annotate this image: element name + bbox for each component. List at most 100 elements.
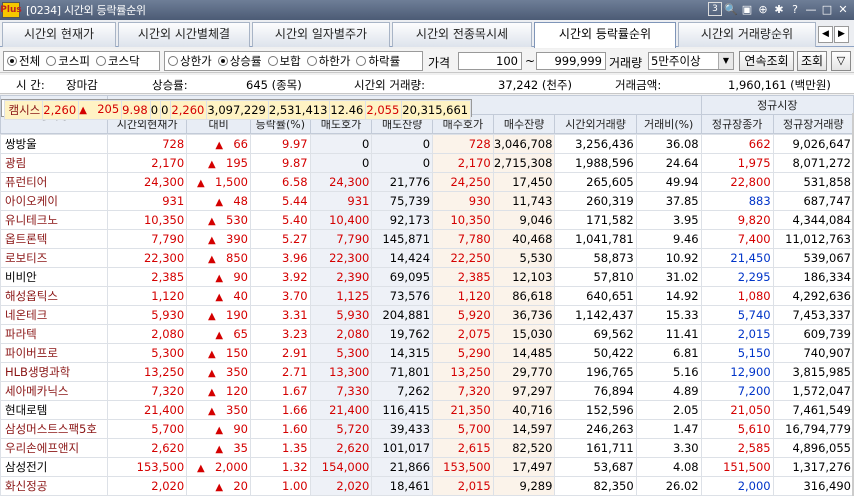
- radio-dot-icon[interactable]: [217, 56, 228, 66]
- price-to-input[interactable]: 999,999: [536, 52, 606, 70]
- radio-dot-icon[interactable]: [356, 56, 367, 66]
- radio-kosdaq[interactable]: 코스닥: [95, 53, 140, 69]
- cell-regular-close: 1,975: [700, 153, 774, 173]
- up-arrow-icon: ▲: [215, 444, 224, 455]
- radio-upper-limit[interactable]: 상한가: [168, 53, 212, 69]
- zoom-icon[interactable]: 🔍: [724, 2, 738, 17]
- table-row[interactable]: 유니테크노 10,350 ▲ 530 5.40 10,400 92,173 10,350 9,0…: [0, 210, 854, 230]
- close-icon[interactable]: ✕: [836, 2, 850, 17]
- help-icon[interactable]: ?: [788, 2, 802, 17]
- funnel-icon[interactable]: ▽: [831, 51, 851, 71]
- table-row[interactable]: 로보티즈 22,300 ▲ 850 3.96 22,300 14,424 22,250 5,53…: [0, 248, 854, 268]
- cell-after-volume: 265,605: [554, 172, 637, 192]
- cell-bid-price: 1,120: [432, 286, 494, 306]
- tab-daily-prices[interactable]: 시간외 일자별주가: [252, 22, 390, 47]
- radio-all[interactable]: 전체: [7, 53, 40, 69]
- radio-dot-icon[interactable]: [7, 56, 17, 66]
- col-regular-close[interactable]: 정규장종가: [700, 114, 774, 134]
- volume-select[interactable]: 5만주이상 ▼: [648, 52, 734, 70]
- cell-bid-qty: 12,103: [492, 267, 556, 287]
- table-row[interactable]: 쌍방울 728 ▲ 66 9.97 0 0 728 3,046,708 3,256,436 36.0…: [0, 134, 854, 154]
- cell-diff: ▲ 1,500: [186, 172, 251, 192]
- time-value: 장마감: [66, 78, 98, 92]
- table-row[interactable]: 아이오케이 931 ▲ 48 5.44 931 75,739 930 11,743 260,319…: [0, 191, 854, 211]
- cell-rate: 9.98: [121, 99, 151, 120]
- cell-diff: ▲ 90: [186, 267, 251, 287]
- col-after-volume[interactable]: 시간외거래량: [554, 114, 637, 134]
- cell-diff: ▲ 205: [78, 99, 123, 120]
- cell-ask-price: 2,080: [309, 324, 373, 344]
- tab-current-price[interactable]: 시간외 현재가: [2, 22, 116, 47]
- radio-unchanged[interactable]: 보합: [267, 53, 301, 69]
- chevron-down-icon[interactable]: ▼: [718, 53, 733, 69]
- cell-bid-price: 2,015: [432, 476, 494, 496]
- cell-regular-volume: 687,747: [772, 191, 854, 211]
- cell-ask-qty: 145,871: [371, 229, 434, 249]
- zoom-plus-icon[interactable]: ⊕: [756, 2, 770, 17]
- radio-rise-rate[interactable]: 상승률: [217, 53, 262, 69]
- cell-rate: 3.92: [249, 267, 311, 287]
- radio-dot-icon[interactable]: [95, 56, 106, 66]
- radio-dot-icon[interactable]: [168, 56, 178, 66]
- table-row[interactable]: 캠시스 2,260 ▲ 205 9.98 0 0 2,260 3,097,229 2,531,41…: [0, 98, 473, 120]
- radio-dot-icon[interactable]: [306, 56, 317, 66]
- continuous-query-button[interactable]: 연속조회: [739, 51, 794, 71]
- up-arrow-icon: ▲: [215, 197, 224, 208]
- tab-next-arrow[interactable]: ▶: [834, 26, 849, 43]
- table-row[interactable]: 네온테크 5,930 ▲ 190 3.31 5,930 204,881 5,920 36,736…: [0, 305, 854, 325]
- col-volume-ratio[interactable]: 거래비(%): [635, 114, 702, 134]
- layout-icon[interactable]: ▣: [740, 2, 754, 17]
- up-arrow-icon: ▲: [215, 482, 224, 493]
- cell-bid-price: 5,700: [432, 419, 494, 439]
- radio-dot-icon[interactable]: [46, 56, 57, 66]
- settings-icon[interactable]: ✱: [772, 2, 786, 17]
- radio-lower-limit[interactable]: 하한가: [306, 53, 350, 69]
- table-row[interactable]: 해성옵틱스 1,120 ▲ 40 3.70 1,125 73,576 1,120 86,618 6…: [0, 286, 854, 306]
- table-row[interactable]: HLB생명과학 13,250 ▲ 350 2.71 13,300 71,801 13,250 2…: [0, 362, 854, 382]
- cell-ask-qty: 69,095: [371, 267, 434, 287]
- cell-bid-qty: 40,468: [492, 229, 556, 249]
- cell-ask-qty: 116,415: [371, 400, 434, 420]
- radio-dot-icon[interactable]: [267, 56, 278, 66]
- cell-rate: 9.97: [249, 134, 311, 154]
- table-row[interactable]: 퓨런티어 24,300 ▲ 1,500 6.58 24,300 21,776 24,250 17…: [0, 172, 854, 192]
- cell-rate: 1.67: [249, 381, 311, 401]
- table-row[interactable]: 화신정공 2,020 ▲ 20 1.00 2,020 18,461 2,015 9,289 82,…: [0, 476, 854, 496]
- table-row[interactable]: 비비안 2,385 ▲ 90 3.92 2,390 69,095 2,385 12,103 57,…: [0, 267, 854, 287]
- cell-stock-name: 비비안: [0, 267, 108, 287]
- cell-after-volume: 1,988,596: [554, 153, 637, 173]
- cell-stock-name: HLB생명과학: [0, 362, 108, 382]
- cell-stock-name: 우리손에프앤지: [0, 438, 108, 458]
- cell-regular-volume: 16,794,779: [772, 419, 854, 439]
- tab-all-quotes[interactable]: 시간외 전종목시세: [392, 22, 532, 47]
- table-row[interactable]: 삼성머스트스팩5호 5,700 ▲ 90 1.60 5,720 39,433 5,700 14,…: [0, 419, 854, 439]
- table-row[interactable]: 우리손에프앤지 2,620 ▲ 35 1.35 2,620 101,017 2,615 82,5…: [0, 438, 854, 458]
- tab-prev-arrow[interactable]: ◀: [818, 26, 833, 43]
- up-arrow-icon: ▲: [215, 292, 224, 303]
- query-button[interactable]: 조회: [797, 51, 827, 71]
- cell-volume-ratio: 3.30: [635, 438, 702, 458]
- price-from-input[interactable]: 100: [458, 52, 522, 70]
- cell-rate: 3.23: [249, 324, 311, 344]
- minimize-icon[interactable]: —: [804, 2, 818, 17]
- table-row[interactable]: 파라텍 2,080 ▲ 65 3.23 2,080 19,762 2,075 15,030 69,…: [0, 324, 854, 344]
- tab-volume-rank[interactable]: 시간외 거래량순위: [678, 22, 816, 47]
- table-row[interactable]: 세아메카닉스 7,320 ▲ 120 1.67 7,330 7,262 7,320 97,297…: [0, 381, 854, 401]
- tab-rise-rank[interactable]: 시간외 등락률순위: [534, 22, 676, 48]
- table-row[interactable]: 현대로템 21,400 ▲ 350 1.66 21,400 116,415 21,350 40,…: [0, 400, 854, 420]
- link-number-icon[interactable]: 3: [708, 2, 722, 16]
- tab-hourly-trades[interactable]: 시간외 시간별체결: [118, 22, 250, 47]
- col-regular-volume[interactable]: 정규장거래량: [772, 114, 854, 134]
- cell-regular-close: 2,015: [700, 324, 774, 344]
- table-row[interactable]: 광림 2,170 ▲ 195 9.87 0 0 2,170 2,715,308 1,988,596…: [0, 153, 854, 173]
- cell-bid-qty: 40,716: [492, 400, 556, 420]
- maximize-icon[interactable]: □: [820, 2, 834, 17]
- table-row[interactable]: 삼성전기 153,500 ▲ 2,000 1.32 154,000 21,866 153,50…: [0, 457, 854, 477]
- table-row[interactable]: 파이버프로 5,300 ▲ 150 2.91 5,300 14,315 5,290 14,485…: [0, 343, 854, 363]
- radio-kospi[interactable]: 코스피: [46, 53, 90, 69]
- table-row[interactable]: 옵트론텍 7,790 ▲ 390 5.27 7,790 145,871 7,780 40,468…: [0, 229, 854, 249]
- cell-bid-qty: 5,530: [492, 248, 556, 268]
- col-bid-qty[interactable]: 매수잔량: [492, 114, 556, 134]
- radio-fall-rate[interactable]: 하락률: [356, 53, 400, 69]
- cell-after-price: 931: [106, 191, 188, 211]
